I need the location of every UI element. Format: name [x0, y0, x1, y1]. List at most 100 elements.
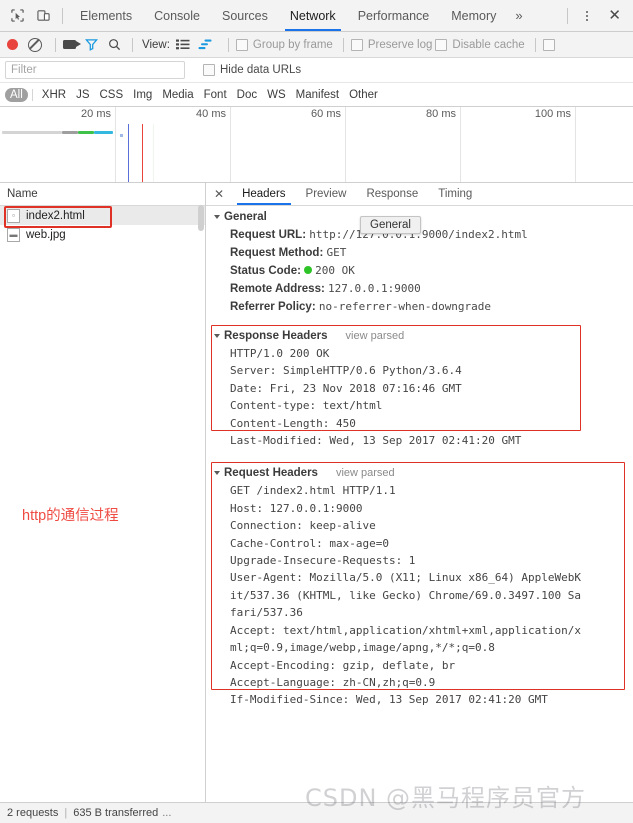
list-view-icon[interactable] — [175, 39, 190, 50]
preserve-log-checkbox[interactable]: Preserve log — [350, 38, 432, 51]
request-header-line: Host: 127.0.0.1:9000 — [230, 501, 363, 515]
general-value: 127.0.0.1:9000 — [328, 282, 421, 295]
type-filter-other[interactable]: Other — [344, 88, 383, 102]
toolbar-divider-5 — [534, 37, 536, 52]
type-filter-manifest[interactable]: Manifest — [291, 88, 344, 102]
more-tabs-icon[interactable]: » — [507, 8, 530, 23]
capture-screenshots-icon[interactable] — [63, 40, 81, 49]
detail-tabs: ✕ Headers Preview Response Timing — [206, 183, 633, 206]
annotation-http-process: http的通信过程 — [22, 508, 119, 524]
general-section: General Request URL: http://127.0.0.1:90… — [206, 206, 633, 316]
type-filter-media[interactable]: Media — [157, 88, 198, 102]
request-headers-header[interactable]: Request Headers view parsed — [206, 462, 633, 482]
headers-content: General Request URL: http://127.0.0.1:90… — [206, 206, 633, 802]
response-header-line: Content-type: text/html — [230, 399, 383, 413]
type-filter-ws[interactable]: WS — [262, 88, 291, 102]
tab-console[interactable]: Console — [143, 0, 211, 31]
request-header-line: GET /index2.html HTTP/1.1 — [230, 484, 396, 498]
type-filter-js[interactable]: JS — [71, 88, 94, 102]
status-divider: | — [64, 807, 68, 819]
type-filter-css[interactable]: CSS — [94, 88, 128, 102]
group-by-frame-box — [235, 38, 248, 51]
type-filter-doc[interactable]: Doc — [232, 88, 262, 102]
toolbar-divider-4 — [342, 37, 344, 52]
request-header-line: it/537.36 (KHTML, like Gecko) Chrome/69.… — [230, 588, 581, 602]
request-header-line: ml;q=0.9,image/webp,image/apng,*/*;q=0.8 — [230, 641, 495, 655]
toolbar-divider-2 — [132, 37, 133, 52]
close-icon[interactable]: ✕ — [600, 8, 627, 23]
hide-data-urls-checkbox[interactable]: Hide data URLs — [203, 64, 301, 76]
hide-data-urls-label: Hide data URLs — [220, 64, 302, 76]
response-header-line: Last-Modified: Wed, 13 Sep 2017 02:41:20… — [230, 434, 522, 448]
tabbar-right-controls: ✕ — [561, 7, 633, 24]
general-key: Remote Address: — [230, 283, 325, 295]
disable-cache-checkbox[interactable]: Disable cache — [435, 38, 525, 51]
toolbar-divider-1 — [55, 37, 56, 52]
tab-elements[interactable]: Elements — [69, 0, 143, 31]
request-list-scrollbar[interactable] — [198, 205, 204, 231]
network-overview[interactable]: 20 ms 40 ms 60 ms 80 ms 100 ms — [0, 107, 633, 183]
disable-cache-label: Disable cache — [452, 38, 525, 51]
general-value: GET — [326, 246, 347, 259]
waterfall-view-icon[interactable] — [198, 39, 213, 50]
type-filter-font[interactable]: Font — [199, 88, 232, 102]
request-header-line: Cache-Control: max-age=0 — [230, 536, 389, 550]
request-list: ▫ index2.html ▬ web.jpg http的通信过程 — [0, 206, 205, 802]
devtools-window: Elements Console Sources Network Perform… — [0, 0, 633, 823]
response-header-line: Server: SimpleHTTP/0.6 Python/3.6.4 — [230, 364, 462, 378]
request-header-line: fari/537.36 — [230, 606, 303, 620]
general-tooltip: General — [360, 216, 421, 234]
chevron-down-icon — [214, 215, 220, 219]
request-header-line: If-Modified-Since: Wed, 13 Sep 2017 02:4… — [230, 693, 548, 707]
clear-icon[interactable] — [28, 37, 42, 52]
inspect-icon[interactable] — [4, 4, 30, 28]
request-row-index2[interactable]: ▫ index2.html — [0, 206, 205, 225]
request-header-line: Accept: text/html,application/xhtml+xml,… — [230, 623, 581, 637]
detail-close-icon[interactable]: ✕ — [212, 188, 232, 200]
tab-response[interactable]: Response — [356, 183, 428, 205]
general-value: 200 OK — [315, 264, 355, 277]
request-row-webjpg[interactable]: ▬ web.jpg — [0, 225, 205, 244]
overview-marker-line — [153, 124, 154, 182]
tab-timing[interactable]: Timing — [428, 183, 482, 205]
column-header-name[interactable]: Name — [0, 183, 205, 206]
group-by-frame-checkbox[interactable]: Group by frame — [235, 38, 333, 51]
chevron-down-icon — [214, 471, 220, 476]
request-detail-pane: ✕ Headers Preview Response Timing Genera… — [206, 183, 633, 802]
tab-sources[interactable]: Sources — [211, 0, 279, 31]
tab-memory[interactable]: Memory — [440, 0, 507, 31]
type-filter-img[interactable]: Img — [128, 88, 157, 102]
view-parsed-link[interactable]: view parsed — [346, 330, 405, 342]
preserve-log-box — [350, 38, 363, 51]
overview-bar-download — [94, 131, 113, 134]
filter-icon[interactable] — [85, 38, 98, 51]
tab-performance[interactable]: Performance — [347, 0, 441, 31]
general-key: Request Method: — [230, 247, 324, 259]
device-toolbar-icon[interactable] — [30, 4, 56, 28]
tabbar-divider — [62, 7, 63, 24]
document-file-icon: ▫ — [7, 208, 20, 223]
overview-bar-second-request — [120, 134, 123, 137]
response-headers-header[interactable]: Response Headers view parsed — [206, 325, 633, 345]
offline-checkbox[interactable] — [542, 38, 555, 51]
load-event-line — [142, 124, 143, 182]
overview-bar-ttfb — [78, 131, 94, 134]
tab-network[interactable]: Network — [279, 0, 347, 31]
devtools-menu-icon[interactable] — [574, 10, 600, 21]
tab-preview[interactable]: Preview — [296, 183, 357, 205]
type-filter-xhr[interactable]: XHR — [37, 88, 71, 102]
dom-content-loaded-line — [128, 124, 129, 182]
request-name: index2.html — [26, 209, 85, 222]
request-header-line: Accept-Language: zh-CN,zh;q=0.9 — [230, 675, 436, 689]
transferred-size: 635 B transferred — [73, 807, 159, 819]
view-parsed-link[interactable]: view parsed — [336, 467, 395, 479]
overview-tick-end — [575, 107, 633, 182]
search-icon[interactable] — [108, 38, 121, 51]
filter-row: Filter Hide data URLs — [0, 58, 633, 83]
request-header-line: User-Agent: Mozilla/5.0 (X11; Linux x86_… — [230, 571, 581, 585]
filter-input[interactable]: Filter — [5, 61, 185, 79]
record-icon[interactable] — [7, 39, 18, 50]
network-status-bar: 2 requests | 635 B transferred ... — [0, 802, 633, 823]
type-filter-all[interactable]: All — [5, 87, 28, 102]
tab-headers[interactable]: Headers — [232, 183, 295, 205]
